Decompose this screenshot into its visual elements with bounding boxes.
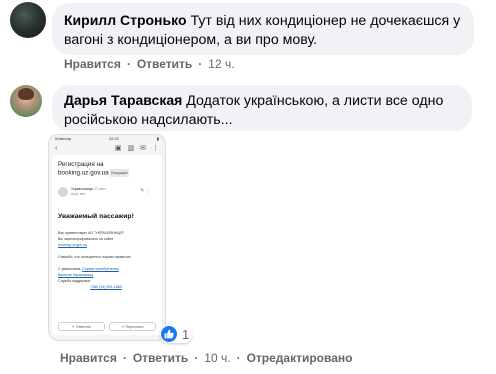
- mail-link: booking.uz.gov.ua: [58, 243, 87, 247]
- separator-dot: ·: [198, 57, 203, 71]
- mail-subject: Регистрация на booking.uz.gov.ua Входящи…: [58, 161, 156, 178]
- comment-author[interactable]: Кирилл Стронько: [64, 12, 187, 28]
- edited-label[interactable]: Отредактировано: [247, 351, 353, 365]
- archive-icon: ▣: [114, 145, 122, 152]
- like-link[interactable]: Нравится: [64, 57, 121, 71]
- mail-forward-label: Переслать: [125, 324, 144, 329]
- comment-text-block: Кирилл Стронько Тут від них кондиціонер …: [64, 11, 462, 50]
- reply-icon: ↰ ⋮: [140, 188, 151, 194]
- mail-heading: Уважаемый пассажир!: [58, 213, 134, 220]
- sender-avatar: [58, 187, 68, 197]
- comment-attachment-image[interactable]: Київстар 22:22 ▮ ‹ ▣ ▥ ✉ ⋮ Регистрация н…: [48, 134, 166, 341]
- sender-name: Укрзалізниця: [71, 187, 93, 191]
- comment-text-block: Дарья Таравская Додаток українською, а л…: [64, 91, 460, 130]
- mail-line: Спасибо, что пользуетесь нашим сервисом: [58, 255, 131, 259]
- reply-link[interactable]: Ответить: [133, 351, 188, 365]
- inbox-badge: Входящие: [110, 169, 130, 177]
- mail-line: Вы зарегистрировались на сайте: [58, 237, 114, 241]
- clock-label: 22:22: [108, 136, 119, 141]
- separator-dot: ·: [122, 351, 127, 365]
- mail-toolbar: ‹ ▣ ▥ ✉ ⋮: [49, 142, 165, 154]
- mail-phone-link: +380 (44) 591-1868: [90, 285, 122, 289]
- comment-bubble: Кирилл Стронько Тут від них кондиціонер …: [52, 3, 474, 55]
- mail-reply-label: Ответить: [75, 324, 92, 329]
- reaction-summary[interactable]: 1: [160, 325, 194, 343]
- separator-dot: ·: [126, 57, 131, 71]
- sender-recipient: кому: мне: [71, 192, 86, 196]
- like-icon: [161, 326, 177, 342]
- comment-bubble: Дарья Таравская Додаток українською, а л…: [52, 85, 472, 131]
- reaction-count: 1: [182, 326, 190, 342]
- avatar[interactable]: [10, 85, 42, 117]
- mail-line: С уважением, Сервис приобретения: [58, 267, 119, 271]
- mail-link: Сервис приобретения: [82, 267, 119, 271]
- mail-body: Регистрация на booking.uz.gov.ua Входящи…: [52, 155, 162, 335]
- comment-time[interactable]: 10 ч.: [204, 351, 230, 365]
- subject-line: Регистрация на: [58, 161, 104, 168]
- avatar[interactable]: [10, 2, 46, 38]
- mail-reply-button: ↰ Ответить: [58, 322, 105, 331]
- comment-time[interactable]: 12 ч.: [208, 57, 234, 71]
- comment-author[interactable]: Дарья Таравская: [64, 92, 182, 108]
- mail-line: Вас приветствует АО "УКРЗАЛІЗНИЦЯ": [58, 231, 125, 235]
- more-icon: ⋮: [152, 145, 159, 152]
- separator-dot: ·: [236, 351, 241, 365]
- comment-actions: Нравится · Ответить · 10 ч. · Отредактир…: [60, 351, 352, 365]
- mail-line: Служба поддержки:: [58, 279, 91, 283]
- phone-status-bar: Київстар 22:22 ▮: [49, 135, 165, 142]
- like-link[interactable]: Нравится: [60, 351, 117, 365]
- comment-actions: Нравится · Ответить · 12 ч.: [64, 57, 235, 71]
- mail-regards: С уважением,: [58, 267, 82, 271]
- reply-link[interactable]: Ответить: [137, 57, 192, 71]
- separator-dot: ·: [194, 351, 199, 365]
- delete-icon: ▥: [127, 145, 135, 152]
- back-arrow-icon: ‹: [55, 144, 58, 152]
- mail-forward-button: ↱ Переслать: [109, 322, 156, 331]
- battery-icon: ▮: [156, 136, 159, 141]
- mail-buttons: ↰ Ответить ↱ Переслать: [58, 322, 156, 331]
- carrier-label: Київстар: [55, 136, 71, 141]
- sender-time: 27 июл: [93, 187, 106, 191]
- sender-line: Укрзалізниця 27 июл: [71, 187, 106, 191]
- mail-link: билетов Укрзалізниці: [58, 273, 94, 277]
- subject-line: booking.uz.gov.ua: [58, 169, 109, 177]
- mail-icon: ✉: [140, 145, 146, 152]
